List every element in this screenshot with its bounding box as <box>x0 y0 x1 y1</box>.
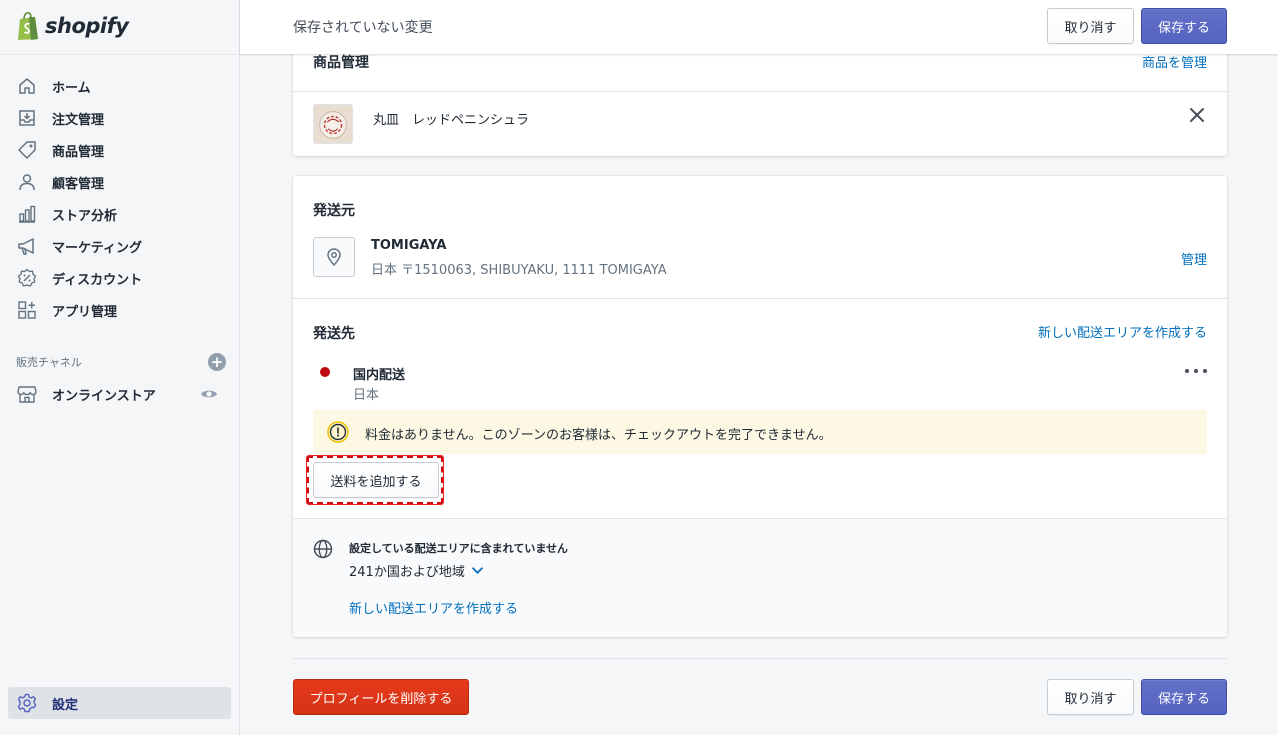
sidebar-item-label: ホーム <box>52 80 91 96</box>
sidebar-item-analytics[interactable]: ストア分析 <box>0 198 240 230</box>
home-icon <box>16 75 38 97</box>
zone-status-dot <box>320 367 330 377</box>
sales-channels-heading: 販売チャネル + <box>16 352 226 372</box>
zone-country: 日本 <box>353 388 380 403</box>
sidebar-item-discounts[interactable]: ディスカウント <box>0 262 240 294</box>
gear-icon <box>16 692 38 714</box>
warning-icon <box>327 421 349 443</box>
shipping-zones-card: 発送元 TOMIGAYA 日本 〒1510063, SHIBUYAKU, 111… <box>293 176 1227 637</box>
zone-more-actions-icon[interactable] <box>1185 364 1207 378</box>
discard-button[interactable]: 取り消す <box>1047 8 1134 44</box>
sidebar-item-label: オンラインストア <box>52 388 156 404</box>
countries-count-toggle[interactable]: 241か国および地域 <box>349 561 484 580</box>
delete-profile-button[interactable]: プロフィールを削除する <box>293 679 469 715</box>
sidebar-item-label: マーケティング <box>52 240 142 256</box>
product-thumbnail <box>313 104 353 144</box>
create-zone-link[interactable]: 新しい配送エリアを作成する <box>1038 322 1207 341</box>
not-covered-title: 設定している配送エリアに含まれていません <box>349 542 569 555</box>
logo-divider <box>0 54 240 55</box>
zone-name: 国内配送 <box>353 368 406 383</box>
sidebar: shopify ホーム 注文管理 商品管理 顧客管理 ストア分析 マーケティング… <box>0 0 240 735</box>
sidebar-item-marketing[interactable]: マーケティング <box>0 230 240 262</box>
location-pin-icon <box>327 248 341 267</box>
orders-icon <box>16 107 38 129</box>
shopify-logo[interactable]: shopify <box>16 10 129 42</box>
sidebar-item-label: アプリ管理 <box>52 304 118 320</box>
footer-divider <box>293 658 1227 659</box>
manage-location-link[interactable]: 管理 <box>1181 249 1207 268</box>
remove-product-icon[interactable] <box>1187 105 1207 125</box>
card-divider <box>293 298 1227 299</box>
add-rate-button[interactable]: 送料を追加する <box>313 462 439 498</box>
sidebar-item-home[interactable]: ホーム <box>0 70 240 102</box>
product-row: 丸皿 レッドペニンシュラ <box>293 92 1227 156</box>
sidebar-item-label: ディスカウント <box>52 272 143 288</box>
sidebar-item-products[interactable]: 商品管理 <box>0 134 240 166</box>
shopify-bag-icon <box>18 11 38 40</box>
plate-image <box>314 105 352 143</box>
sidebar-item-online-store[interactable]: オンラインストア <box>0 378 240 410</box>
chevron-down-icon <box>471 567 483 575</box>
sidebar-item-customers[interactable]: 顧客管理 <box>0 166 240 198</box>
sidebar-item-settings[interactable]: 設定 <box>8 687 231 719</box>
countries-count: 241か国および地域 <box>349 565 465 580</box>
store-icon <box>16 383 38 405</box>
origin-heading: 発送元 <box>313 203 355 219</box>
footer-discard-button[interactable]: 取り消す <box>1047 679 1134 715</box>
globe-icon <box>313 539 333 559</box>
warning-message: 料金はありません。このゾーンのお客様は、チェックアウトを完了できません。 <box>365 428 832 443</box>
sidebar-item-label: 注文管理 <box>52 112 105 128</box>
products-heading: 商品管理 <box>313 55 369 71</box>
sidebar-item-apps[interactable]: アプリ管理 <box>0 294 240 326</box>
contextual-save-bar: 保存されていない変更 取り消す 保存する <box>240 0 1278 54</box>
location-address: 日本 〒1510063, SHIBUYAKU, 1111 TOMIGAYA <box>371 263 667 278</box>
sidebar-item-label: ストア分析 <box>52 208 118 224</box>
destination-heading: 発送先 <box>313 326 355 342</box>
rest-of-world-section: 設定している配送エリアに含まれていません 241か国および地域 新しい配送エリア… <box>293 519 1227 637</box>
unsaved-changes-title: 保存されていない変更 <box>293 20 433 36</box>
brand-name: shopify <box>45 14 129 38</box>
apps-icon <box>16 299 38 321</box>
location-name: TOMIGAYA <box>371 238 447 253</box>
sidebar-item-orders[interactable]: 注文管理 <box>0 102 240 134</box>
tag-icon <box>16 139 38 161</box>
sidebar-item-label: 設定 <box>52 697 79 713</box>
no-rates-warning-banner: 料金はありません。このゾーンのお客様は、チェックアウトを完了できません。 <box>313 410 1207 454</box>
create-zone-link-secondary[interactable]: 新しい配送エリアを作成する <box>349 598 518 617</box>
add-channel-icon[interactable]: + <box>208 353 226 371</box>
manage-products-link[interactable]: 商品を管理 <box>1142 52 1207 71</box>
sales-channels-label: 販売チャネル <box>16 356 82 369</box>
sidebar-item-label: 商品管理 <box>52 144 105 160</box>
eye-icon[interactable] <box>200 386 218 402</box>
analytics-icon <box>16 203 38 225</box>
main-nav: ホーム 注文管理 商品管理 顧客管理 ストア分析 マーケティング ディスカウント… <box>0 70 240 326</box>
sidebar-item-label: 顧客管理 <box>52 176 105 192</box>
location-pin-box <box>313 237 355 277</box>
save-button[interactable]: 保存する <box>1141 8 1227 44</box>
footer-save-button[interactable]: 保存する <box>1141 679 1227 715</box>
customer-icon <box>16 171 38 193</box>
discount-icon <box>16 267 38 289</box>
scroll-gutter <box>1266 0 1278 735</box>
product-name: 丸皿 レッドペニンシュラ <box>373 113 530 128</box>
megaphone-icon <box>16 235 38 257</box>
